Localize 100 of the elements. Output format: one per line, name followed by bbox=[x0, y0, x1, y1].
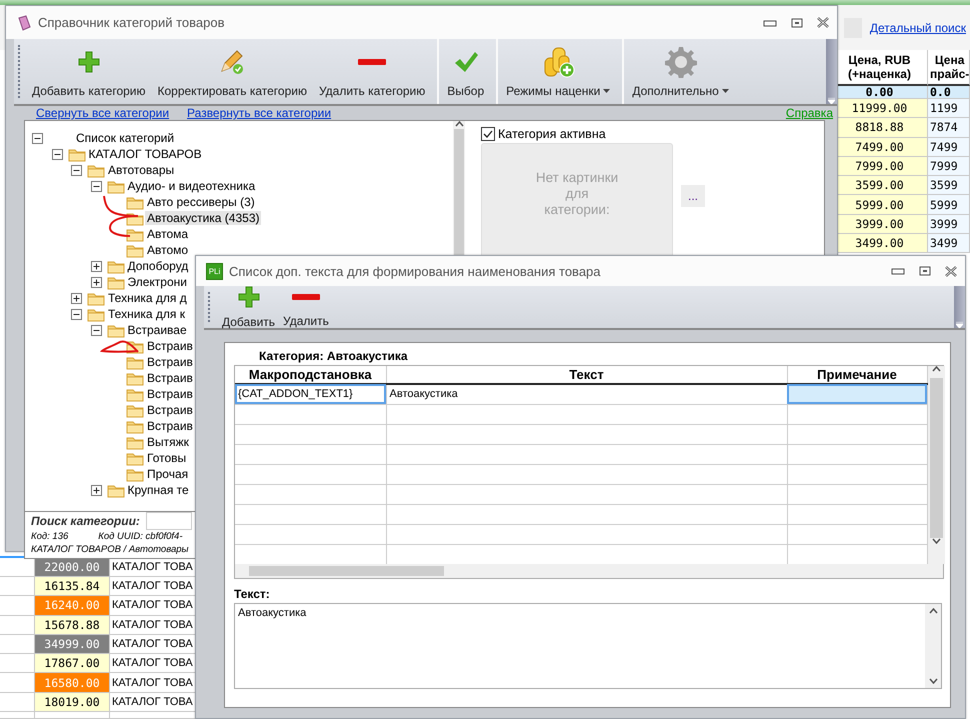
checkmark-icon bbox=[483, 130, 493, 138]
folder-icon bbox=[106, 274, 124, 290]
minimize-icon[interactable] bbox=[763, 18, 777, 26]
table-cell bbox=[0, 692, 35, 712]
browse-button[interactable]: ... bbox=[681, 185, 705, 207]
tree-link[interactable]: Развернуть все категории bbox=[187, 106, 332, 120]
scroll-up-icon bbox=[932, 366, 940, 372]
minus-icon bbox=[290, 293, 321, 301]
tree-item[interactable]: Готовы bbox=[145, 451, 188, 465]
folder-icon bbox=[126, 466, 144, 482]
table-cell: 3599 bbox=[928, 176, 970, 196]
tree-item[interactable]: Встраив bbox=[145, 355, 195, 369]
close-icon[interactable] bbox=[817, 17, 829, 28]
maximize-icon[interactable] bbox=[919, 266, 931, 276]
collapse-icon[interactable] bbox=[52, 148, 62, 160]
tree-item[interactable]: Допоборуд bbox=[126, 259, 190, 273]
tree-item[interactable]: Встраив bbox=[145, 339, 195, 353]
close-icon[interactable] bbox=[945, 266, 957, 276]
maximize-icon[interactable] bbox=[791, 18, 803, 28]
folder-icon bbox=[106, 482, 124, 498]
price-cell: 34999.00 bbox=[35, 634, 110, 654]
uuid-text: Код UUID: cbf0f0f4- bbox=[98, 531, 183, 542]
overflow-icon[interactable] bbox=[828, 98, 835, 104]
tree-item[interactable]: Автоакустика (4353) bbox=[145, 211, 262, 225]
tree-item[interactable]: Электрони bbox=[126, 275, 189, 289]
tree-item[interactable]: Автома bbox=[145, 227, 190, 241]
table-cell[interactable]: Автоакустика bbox=[386, 384, 787, 404]
scroll-up-icon bbox=[454, 121, 464, 127]
plus-icon bbox=[236, 285, 261, 309]
tree-item[interactable]: Техника для к bbox=[106, 307, 188, 321]
toolbar-button[interactable]: Добавить категорию bbox=[28, 39, 150, 104]
folder-icon bbox=[126, 242, 144, 258]
search-field[interactable] bbox=[146, 512, 192, 530]
selected-cell[interactable] bbox=[787, 384, 927, 404]
price-cell: 16135.84 bbox=[35, 576, 110, 596]
price-cell: 15678.88 bbox=[35, 616, 110, 635]
price-cell: 17867.00 bbox=[35, 654, 110, 674]
folder-icon bbox=[87, 162, 105, 178]
expand-icon[interactable] bbox=[71, 292, 82, 304]
tree-item[interactable]: Встраивае bbox=[126, 323, 189, 337]
detailed-search-link[interactable]: Детальный поиск bbox=[870, 20, 966, 34]
folder-icon bbox=[126, 226, 144, 242]
app-logo: PLi bbox=[206, 262, 223, 280]
folder-icon bbox=[126, 434, 144, 450]
price-cell: 16240.00 bbox=[35, 596, 110, 616]
tree-item[interactable]: Прочая bbox=[145, 467, 190, 481]
toolbar-button[interactable]: Удалить категорию bbox=[314, 39, 430, 104]
collapse-icon[interactable] bbox=[32, 132, 43, 144]
table-cell: 7874 bbox=[928, 118, 970, 138]
collapse-icon[interactable] bbox=[71, 308, 82, 320]
tree-item[interactable]: Автотовары bbox=[106, 163, 176, 177]
tree-item[interactable]: Крупная те bbox=[126, 483, 191, 497]
text-area[interactable]: Автоакустика bbox=[234, 603, 942, 689]
collapse-icon[interactable] bbox=[71, 164, 82, 176]
toolbar-button[interactable]: Корректировать категорию bbox=[154, 39, 311, 104]
tree-item[interactable]: КАТАЛОГ ТОВАРОВ bbox=[86, 147, 204, 161]
tree-item[interactable]: Вытяжк bbox=[145, 435, 191, 449]
toolbar-button[interactable]: Выбор bbox=[437, 39, 488, 104]
tree-item[interactable]: Техника для д bbox=[106, 291, 189, 305]
scrollbar[interactable] bbox=[235, 564, 943, 578]
active-checkbox[interactable]: Категория активна bbox=[481, 127, 824, 141]
tree-item[interactable]: Встраив bbox=[145, 419, 195, 433]
toolbar-button[interactable]: Удалить bbox=[279, 286, 333, 328]
plus-icon bbox=[76, 50, 101, 74]
collapse-icon[interactable] bbox=[90, 180, 102, 192]
caret-icon bbox=[603, 88, 610, 92]
tree-item[interactable]: Встраив bbox=[145, 371, 195, 385]
table-cell bbox=[0, 596, 35, 616]
tree-item[interactable]: Список категорий bbox=[74, 131, 176, 145]
table-cell: 5999 bbox=[928, 195, 970, 215]
toolbar-button[interactable]: Режимы наценки bbox=[496, 39, 614, 104]
gear-icon bbox=[664, 46, 697, 78]
folder-icon bbox=[126, 450, 144, 466]
minus-icon bbox=[357, 58, 388, 66]
collapse-icon[interactable] bbox=[90, 324, 102, 336]
scroll-down-icon bbox=[928, 678, 938, 684]
expand-icon[interactable] bbox=[90, 484, 102, 496]
tree-link[interactable]: Свернуть все категории bbox=[36, 106, 170, 120]
expand-icon[interactable] bbox=[90, 260, 102, 272]
tree-item[interactable]: Автомо bbox=[145, 243, 190, 257]
price-cell: 16580.00 bbox=[35, 673, 110, 693]
text-label: Текст: bbox=[234, 587, 271, 601]
toolbar-button[interactable]: Добавить bbox=[218, 286, 280, 328]
expand-icon[interactable] bbox=[90, 276, 102, 288]
window-title: Справочник категорий товаров bbox=[38, 15, 226, 30]
caret-icon bbox=[722, 88, 729, 92]
pencil-icon bbox=[219, 48, 246, 74]
toolbar-button[interactable]: Дополнительно bbox=[622, 39, 733, 104]
tree-item[interactable]: Встраив bbox=[145, 387, 195, 401]
minimize-icon[interactable] bbox=[891, 267, 905, 275]
window-title: Список доп. текста для формирования наименования товара bbox=[229, 264, 602, 278]
table-cell: 7499 bbox=[928, 138, 970, 157]
tree-item[interactable]: Встраив bbox=[145, 403, 195, 417]
tree-item[interactable]: Авто рессиверы (3) bbox=[145, 195, 257, 209]
overflow-icon[interactable] bbox=[956, 322, 963, 328]
table-cell[interactable]: {CAT_ADDON_TEXT1} bbox=[235, 384, 386, 404]
tree-item[interactable]: Аудио- и видеотехника bbox=[126, 179, 258, 193]
folder-icon bbox=[126, 402, 144, 418]
scrollbar[interactable] bbox=[928, 366, 944, 564]
folder-icon bbox=[106, 258, 124, 274]
